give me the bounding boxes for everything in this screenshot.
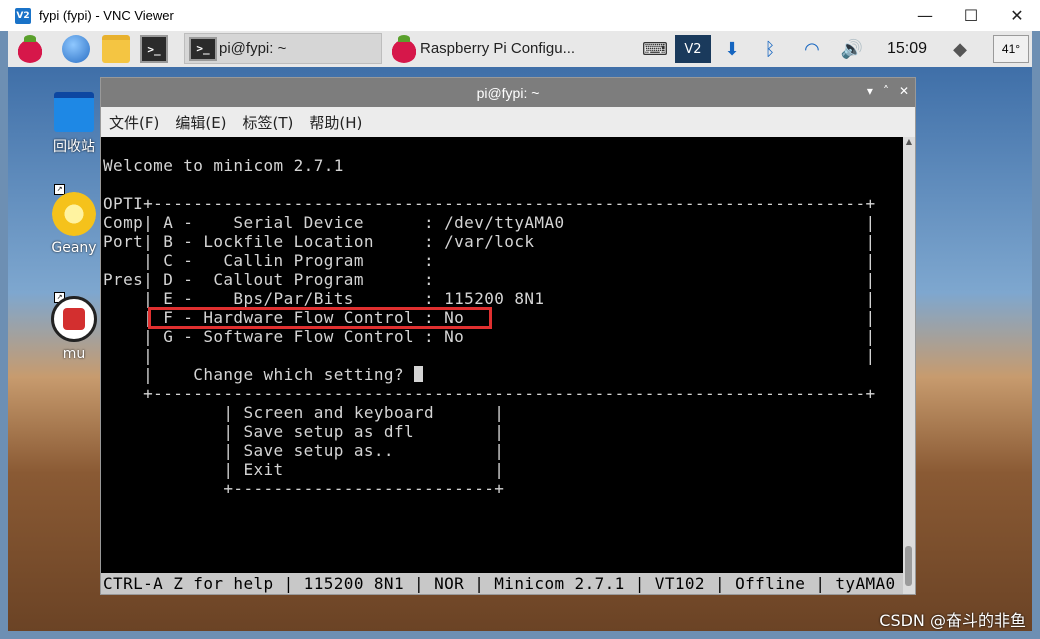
vnc-window-title: fypi (fypi) - VNC Viewer <box>39 8 174 23</box>
terminal-scrollbar[interactable]: ▲ <box>903 137 915 594</box>
terminal-titlebar[interactable]: pi@fypi: ~ ▾ ˄ ✕ <box>101 78 915 107</box>
terminal-prompt-text: | Change which setting? <box>103 365 415 384</box>
terminal-line: | Save setup as dfl | <box>103 422 505 441</box>
vnc-server-icon[interactable]: V2 <box>675 35 711 63</box>
trash-icon <box>54 92 94 132</box>
task-terminal-label: pi@fypi: ~ <box>219 40 287 57</box>
raspberry-icon <box>390 34 418 63</box>
desktop-icon-label: Geany <box>51 240 97 256</box>
terminal-launcher-icon[interactable]: >_ <box>140 35 168 63</box>
cpu-temp: 41° <box>993 35 1029 63</box>
terminal-close-button[interactable]: ✕ <box>899 84 909 98</box>
terminal-line: | C - Callin Program : | <box>103 251 876 270</box>
terminal-title: pi@fypi: ~ <box>476 84 540 101</box>
watermark: CSDN @奋斗的非鱼 <box>879 611 1026 630</box>
terminal-line: | E - Bps/Par/Bits : 115200 8N1 | <box>103 289 876 308</box>
terminal-minimize-button[interactable]: ▾ <box>867 84 873 98</box>
terminal-line: +--------------------------+ <box>103 479 505 498</box>
task-config-label: Raspberry Pi Configu... <box>420 40 576 57</box>
menu-help[interactable]: 帮助(H) <box>309 112 362 133</box>
geany-icon <box>52 192 96 236</box>
minicom-statusbar: CTRL-A Z for help | 115200 8N1 | NOR | M… <box>101 573 903 594</box>
scrollbar-thumb[interactable] <box>905 546 912 586</box>
terminal-menubar: 文件(F) 编辑(E) 标签(T) 帮助(H) <box>101 107 915 137</box>
desktop-icon-trash[interactable]: 回收站 <box>44 92 104 156</box>
window-controls: — ☐ ✕ <box>902 0 1040 31</box>
terminal-line: | | <box>103 346 876 365</box>
bluetooth-icon[interactable]: ᛒ <box>760 35 780 63</box>
scroll-up-icon[interactable]: ▲ <box>903 137 915 147</box>
terminal-line: Pres| D - Callout Program : | <box>103 270 876 289</box>
eject-icon[interactable]: ◆ <box>946 35 974 63</box>
vnc-titlebar: V2 fypi (fypi) - VNC Viewer — ☐ ✕ <box>0 0 1040 31</box>
terminal-line: | Screen and keyboard | <box>103 403 505 422</box>
task-raspberry-config[interactable]: Raspberry Pi Configu... <box>386 33 644 64</box>
wifi-icon[interactable]: ◠ <box>798 35 826 63</box>
text-cursor <box>414 366 424 382</box>
desktop-icon-label: 回收站 <box>53 139 95 155</box>
keyboard-icon[interactable]: ⌨ <box>642 35 668 63</box>
desktop-icon-geany[interactable]: Geany <box>44 192 104 256</box>
annotation-highlight-box <box>148 307 492 329</box>
terminal-line: | Save setup as.. | <box>103 441 505 460</box>
maximize-button[interactable]: ☐ <box>948 0 994 31</box>
terminal-prompt-line: | Change which setting? <box>103 365 424 384</box>
menu-file[interactable]: 文件(F) <box>109 112 159 133</box>
terminal-line: +---------------------------------------… <box>103 384 876 403</box>
terminal-window: pi@fypi: ~ ▾ ˄ ✕ 文件(F) 编辑(E) 标签(T) 帮助(H)… <box>100 77 916 595</box>
terminal-screen[interactable]: Welcome to minicom 2.7.1 OPTI+----------… <box>101 137 903 594</box>
terminal-line: Port| B - Lockfile Location : /var/lock … <box>103 232 876 251</box>
raspberry-menu-icon[interactable] <box>16 35 44 63</box>
terminal-window-controls: ▾ ˄ ✕ <box>867 84 909 98</box>
terminal-line: Comp| A - Serial Device : /dev/ttyAMA0 | <box>103 213 876 232</box>
taskbar: >_ >_ pi@fypi: ~ Raspberry Pi Configu...… <box>8 31 1032 68</box>
terminal-line: Welcome to minicom 2.7.1 <box>103 156 344 175</box>
browser-icon[interactable] <box>62 35 90 63</box>
terminal-line: | Exit | <box>103 460 505 479</box>
close-button[interactable]: ✕ <box>994 0 1040 31</box>
terminal-line: | G - Software Flow Control : No | <box>103 327 876 346</box>
desktop-icon-label: mu <box>62 346 86 362</box>
file-manager-icon[interactable] <box>102 35 130 63</box>
desktop-icon-mu[interactable]: mu <box>44 296 104 362</box>
minimize-button[interactable]: — <box>902 0 948 31</box>
mu-icon <box>51 296 97 342</box>
download-icon[interactable]: ⬇ <box>718 35 746 63</box>
clock: 15:09 <box>887 40 928 57</box>
terminal-line: OPTI+-----------------------------------… <box>103 194 876 213</box>
menu-edit[interactable]: 编辑(E) <box>175 112 226 133</box>
task-terminal[interactable]: >_ pi@fypi: ~ <box>184 33 382 64</box>
menu-tabs[interactable]: 标签(T) <box>243 112 294 133</box>
vnc-logo-icon: V2 <box>15 7 31 24</box>
terminal-maximize-button[interactable]: ˄ <box>883 84 889 98</box>
volume-icon[interactable]: 🔊 <box>838 35 866 63</box>
terminal-icon: >_ <box>189 36 217 61</box>
